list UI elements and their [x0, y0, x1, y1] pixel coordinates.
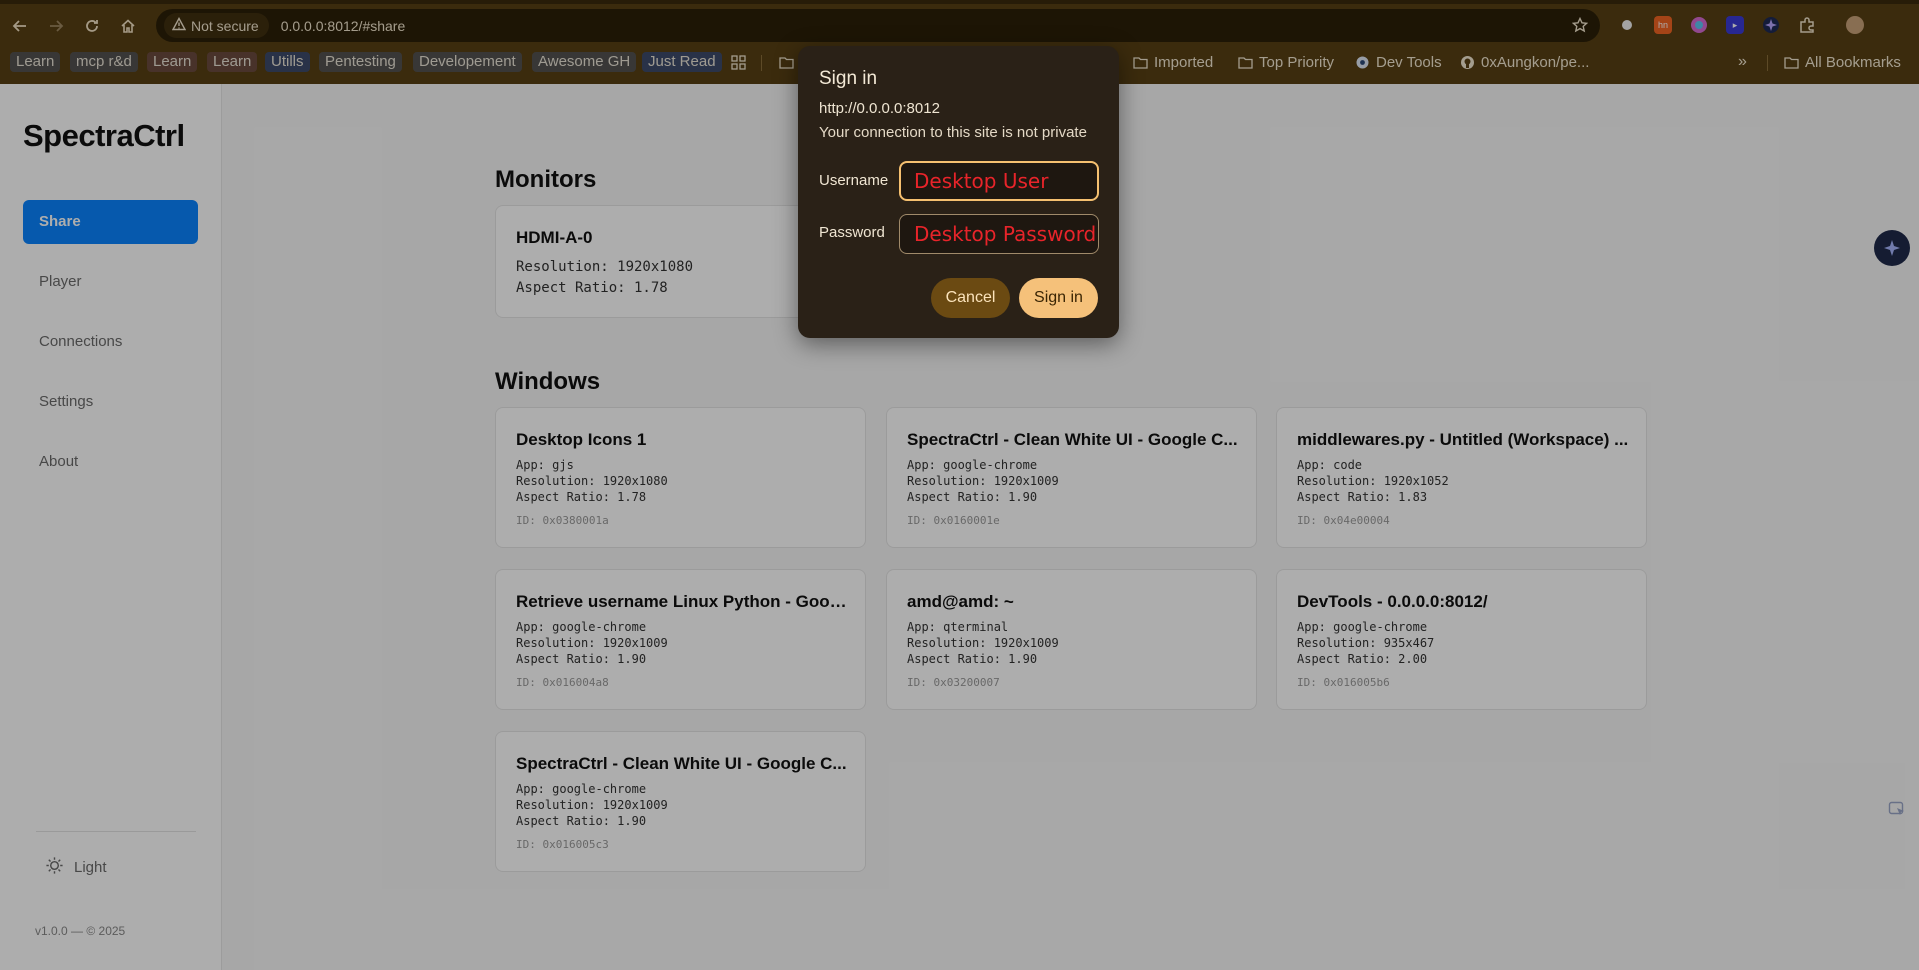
- username-label: Username: [819, 172, 889, 189]
- dialog-title: Sign in: [819, 68, 878, 89]
- cancel-button[interactable]: Cancel: [931, 278, 1010, 318]
- password-field[interactable]: Desktop Password: [899, 214, 1099, 254]
- dialog-url: http://0.0.0.0:8012: [819, 100, 940, 117]
- sign-in-dialog: Sign in http://0.0.0.0:8012 Your connect…: [798, 46, 1119, 338]
- password-label: Password: [819, 224, 885, 241]
- sign-in-button[interactable]: Sign in: [1019, 278, 1098, 318]
- username-field[interactable]: Desktop User: [899, 161, 1099, 201]
- dialog-warning-text: Your connection to this site is not priv…: [819, 124, 1087, 141]
